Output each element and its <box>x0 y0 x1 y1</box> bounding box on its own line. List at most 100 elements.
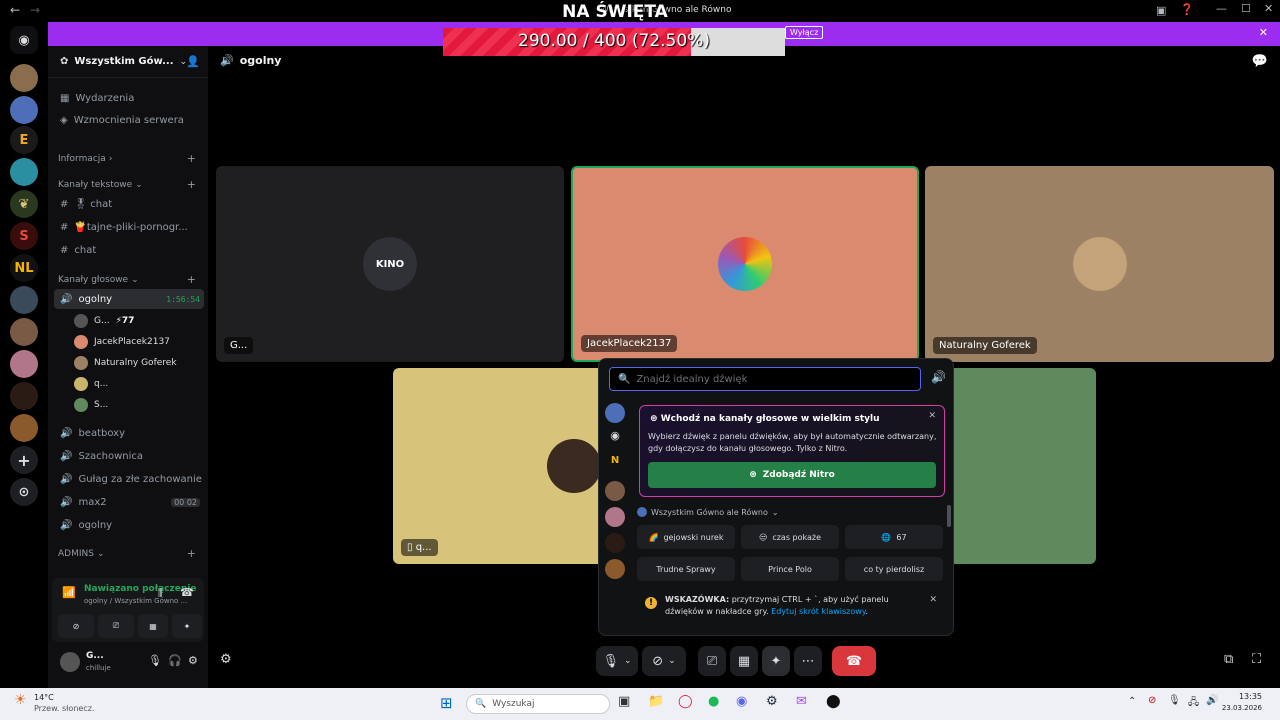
sound-button[interactable]: Prince Polo <box>741 557 839 581</box>
back-arrow-icon[interactable]: ← <box>10 3 20 17</box>
close-window-icon[interactable]: ✕ <box>1264 2 1273 15</box>
fullscreen-icon[interactable]: ⛶ <box>1252 652 1261 667</box>
opera-icon[interactable]: ◯ <box>678 694 693 709</box>
minimize-icon[interactable]: — <box>1216 2 1227 15</box>
sound-button[interactable]: 😒 czas pokaże <box>741 525 839 549</box>
server-icon[interactable] <box>605 507 625 527</box>
sound-search-input[interactable]: 🔍 Znajdź idealny dźwięk <box>609 367 921 391</box>
more-options-button[interactable]: ⋯ <box>794 646 822 676</box>
sound-button[interactable]: co ty pierdolisz <box>845 557 943 581</box>
server-icon[interactable]: N <box>605 455 625 475</box>
server-icon[interactable] <box>605 403 625 423</box>
noise-suppression-icon[interactable]: ⫼ <box>158 588 163 599</box>
server-icon[interactable]: NL <box>10 254 38 282</box>
add-channel-icon[interactable]: + <box>187 152 196 165</box>
forward-arrow-icon[interactable]: → <box>30 3 40 17</box>
server-icon[interactable] <box>10 350 38 378</box>
category-text[interactable]: Kanały tekstowe ⌄ <box>58 180 143 190</box>
invite-icon[interactable]: 👤 <box>186 55 200 68</box>
sound-button[interactable]: 🌈 gejowski nurek <box>637 525 735 549</box>
server-header[interactable]: ✿ Wszystkim Gów... ⌄ 👤 <box>48 46 208 78</box>
close-tip-icon[interactable]: ✕ <box>929 595 937 605</box>
tray-icon[interactable]: ⊘ <box>1148 695 1156 706</box>
server-icon[interactable]: ❦ <box>10 190 38 218</box>
voice-channel[interactable]: 🔊 Szachownica <box>54 446 204 466</box>
activities-button[interactable]: ▦ <box>138 614 168 638</box>
close-promo-icon[interactable]: ✕ <box>928 411 936 421</box>
server-icon[interactable] <box>605 481 625 501</box>
server-icon[interactable] <box>10 286 38 314</box>
server-icon[interactable] <box>10 158 38 186</box>
add-channel-icon[interactable]: + <box>187 547 196 560</box>
get-nitro-button[interactable]: ⊛ Zdobądź Nitro <box>648 462 936 488</box>
discover-icon[interactable]: ⊙ <box>10 478 38 506</box>
settings-gear-icon[interactable]: ⚙ <box>188 654 198 667</box>
screen-share-button[interactable]: ⎚ <box>698 646 726 676</box>
scrollbar[interactable] <box>947 505 951 527</box>
chat-bubble-icon[interactable]: 💬 <box>1252 54 1268 69</box>
camera-toggle[interactable]: ⊘ ⌄ <box>642 646 686 676</box>
inbox-icon[interactable]: ▣ <box>1156 4 1166 17</box>
user-settings-icon[interactable]: ⚙ <box>220 652 232 667</box>
windows-start-icon[interactable]: ⊞ <box>440 694 453 712</box>
voice-user[interactable]: JacekPlacek2137 <box>74 333 204 351</box>
weather-icon[interactable]: ☀ <box>14 692 27 708</box>
video-tile[interactable]: JacekPlacek2137 <box>571 166 919 362</box>
server-icon[interactable] <box>605 559 625 579</box>
video-off-button[interactable]: ⊘ <box>58 614 94 638</box>
discord-icon[interactable]: ◉ <box>736 694 747 709</box>
video-tile[interactable]: Naturalny Goferek <box>925 166 1274 362</box>
screen-share-button[interactable]: ⎚ <box>98 614 134 638</box>
add-channel-icon[interactable]: + <box>187 178 196 191</box>
sound-button[interactable]: Trudne Sprawy <box>637 557 735 581</box>
voice-channel[interactable]: 🔊 max2 00 02 <box>54 492 204 512</box>
network-icon[interactable]: 🖧 <box>1188 695 1199 712</box>
app-icon[interactable]: ⬤ <box>826 694 841 709</box>
voice-user[interactable]: S... <box>74 396 204 414</box>
server-icon[interactable] <box>10 318 38 346</box>
boosts-item[interactable]: ◈ Wzmocnienia serwera <box>54 110 204 130</box>
file-explorer-icon[interactable]: 📁 <box>648 694 664 709</box>
close-topbar-icon[interactable]: ✕ <box>1259 26 1268 39</box>
leave-call-button[interactable]: ☎ <box>832 646 876 676</box>
text-channel[interactable]: # 🎖 chat <box>54 194 204 214</box>
category-voice[interactable]: Kanały głosowe ⌄ <box>58 275 139 285</box>
help-icon[interactable]: ❓ <box>1180 3 1194 16</box>
voice-user[interactable]: q... <box>74 375 204 393</box>
sound-button[interactable]: 🌐 67 <box>845 525 943 549</box>
maximize-icon[interactable]: ☐ <box>1241 2 1251 15</box>
disable-button[interactable]: Wyłącz <box>785 26 824 39</box>
connection-detail[interactable]: ogolny / Wszystkim Gówno ... <box>84 597 187 605</box>
activities-button[interactable]: ▦ <box>730 646 758 676</box>
messenger-icon[interactable]: ✉ <box>796 694 807 709</box>
soundboard-button[interactable]: ✦ <box>762 646 790 676</box>
microphone-tray-icon[interactable]: 🎙 <box>1168 695 1181 706</box>
voice-user[interactable]: Naturalny Goferek <box>74 354 204 372</box>
steam-icon[interactable]: ⚙ <box>766 694 778 709</box>
server-icon[interactable] <box>10 64 38 92</box>
disconnect-icon[interactable]: ☎ <box>180 586 194 599</box>
microphone-toggle[interactable]: 🎙 ⌄ <box>596 646 638 676</box>
events-item[interactable]: ▦ Wydarzenia <box>54 88 204 108</box>
discord-home-icon[interactable]: ◉ <box>10 26 38 54</box>
clock-time[interactable]: 13:35 <box>1222 692 1262 701</box>
server-icon[interactable] <box>10 414 38 442</box>
category-info[interactable]: Informacja › <box>58 154 112 164</box>
chevron-up-icon[interactable]: ⌃ <box>1128 696 1136 707</box>
add-server-icon[interactable]: + <box>10 446 38 474</box>
voice-channel[interactable]: 🔊 Gułag za złe zachowanie <box>54 469 204 489</box>
task-view-icon[interactable]: ▣ <box>618 694 630 709</box>
category-admins[interactable]: ADMINS ⌄ <box>58 549 105 559</box>
edit-shortcut-link[interactable]: Edytuj skrót klawiszowy <box>771 607 865 616</box>
server-icon[interactable] <box>605 533 625 553</box>
popout-icon[interactable]: ⧉ <box>1224 652 1233 667</box>
server-icon[interactable] <box>10 96 38 124</box>
spotify-icon[interactable]: ● <box>708 694 719 709</box>
avatar[interactable] <box>60 652 80 672</box>
server-icon[interactable]: S <box>10 222 38 250</box>
volume-icon[interactable]: 🔊 <box>931 370 946 384</box>
taskbar-search-input[interactable]: 🔍 Wyszukaj <box>466 694 610 714</box>
voice-channel[interactable]: 🔊 ogolny <box>54 515 204 535</box>
video-tile[interactable] <box>948 368 1096 564</box>
server-icon[interactable] <box>10 382 38 410</box>
